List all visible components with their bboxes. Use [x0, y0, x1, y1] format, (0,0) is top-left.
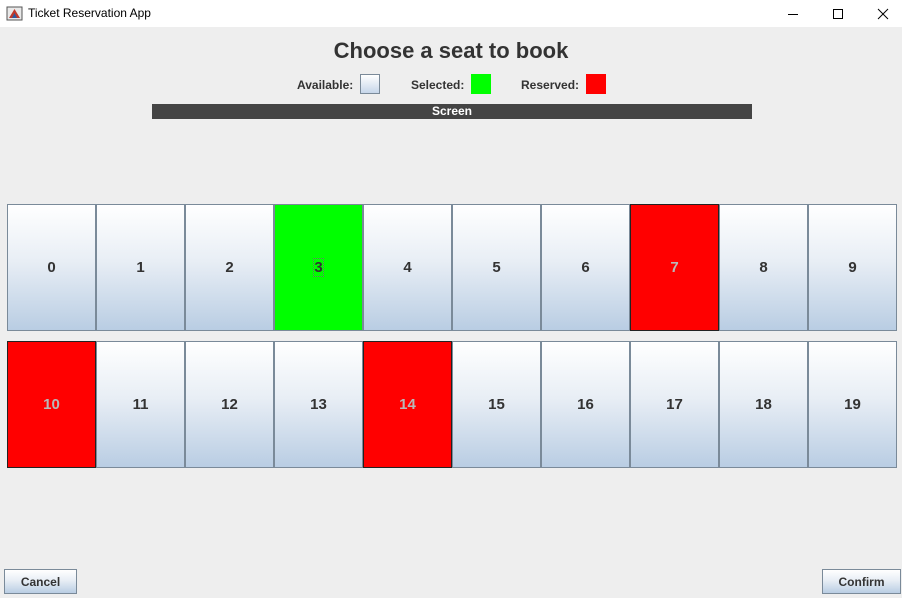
seat-button-5[interactable]: 5: [452, 204, 541, 331]
seat-grid: 0 1 2 3 4 5 6 7 8 9 10 11 12 13 14 15 16 17 18 19: [7, 204, 897, 468]
seat-button-9[interactable]: 9: [808, 204, 897, 331]
maximize-button[interactable]: [815, 0, 861, 27]
seat-button-13[interactable]: 13: [274, 341, 363, 468]
java-app-icon: [6, 6, 23, 21]
seat-label: 10: [43, 396, 60, 413]
seat-label: 4: [403, 259, 412, 276]
seat-button-7[interactable]: 7: [630, 204, 719, 331]
maximize-icon: [833, 8, 843, 19]
seat-button-10[interactable]: 10: [7, 341, 96, 468]
legend-available-swatch: [360, 74, 380, 94]
seat-label: 13: [310, 396, 327, 413]
window-title: Ticket Reservation App: [28, 6, 151, 20]
legend-reserved-label: Reserved:: [521, 78, 580, 92]
seat-label: 9: [848, 259, 857, 276]
seat-button-19[interactable]: 19: [808, 341, 897, 468]
close-icon: [877, 8, 889, 19]
seat-label: 5: [492, 259, 501, 276]
seat-label: 17: [666, 396, 683, 413]
legend-selected-label: Selected:: [411, 78, 465, 92]
confirm-button[interactable]: Confirm: [822, 569, 901, 594]
seat-label: 19: [844, 396, 861, 413]
seat-button-3[interactable]: 3: [274, 204, 363, 331]
seat-label: 11: [132, 396, 149, 413]
legend-reserved-swatch: [586, 74, 606, 94]
seat-label: 8: [759, 259, 768, 276]
legend-available-label: Available:: [297, 78, 354, 92]
seat-button-0[interactable]: 0: [7, 204, 96, 331]
minimize-button[interactable]: [770, 0, 816, 27]
page-title: Choose a seat to book: [333, 38, 569, 63]
seat-label: 3: [313, 258, 324, 277]
seat-label: 1: [136, 259, 145, 276]
close-button[interactable]: [860, 0, 902, 27]
seat-button-11[interactable]: 11: [96, 341, 185, 468]
screen-bar: Screen: [152, 104, 752, 119]
seat-label: 12: [221, 396, 238, 413]
seat-label: 6: [581, 259, 590, 276]
cancel-button[interactable]: Cancel: [4, 569, 77, 594]
window-title-bar: Ticket Reservation App: [0, 0, 902, 27]
seat-button-15[interactable]: 15: [452, 341, 541, 468]
seat-button-16[interactable]: 16: [541, 341, 630, 468]
seat-label: 7: [670, 259, 679, 276]
seat-button-2[interactable]: 2: [185, 204, 274, 331]
legend-selected-swatch: [471, 74, 491, 94]
seat-button-18[interactable]: 18: [719, 341, 808, 468]
seat-button-12[interactable]: 12: [185, 341, 274, 468]
seat-label: 2: [225, 259, 234, 276]
seat-label: 16: [577, 396, 594, 413]
seat-button-14[interactable]: 14: [363, 341, 452, 468]
minimize-icon: [788, 13, 798, 15]
seat-button-4[interactable]: 4: [363, 204, 452, 331]
seat-button-8[interactable]: 8: [719, 204, 808, 331]
seat-label: 0: [47, 259, 56, 276]
seat-label: 18: [755, 396, 772, 413]
seat-label: 14: [399, 396, 416, 413]
seat-button-17[interactable]: 17: [630, 341, 719, 468]
seat-button-1[interactable]: 1: [96, 204, 185, 331]
seat-button-6[interactable]: 6: [541, 204, 630, 331]
seat-label: 15: [488, 396, 505, 413]
